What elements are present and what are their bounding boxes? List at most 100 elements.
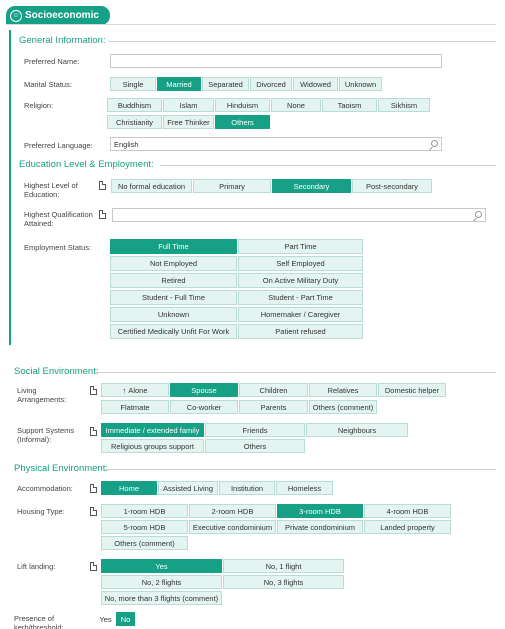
highest-education-label: Highest Level of Education: — [24, 181, 78, 199]
option-assisted-living[interactable]: Assisted Living — [158, 481, 218, 495]
panel-accent-border — [9, 30, 11, 345]
option-1-room-hdb[interactable]: 1-room HDB — [101, 504, 188, 518]
option-others-comment[interactable]: Others (comment) — [101, 536, 188, 550]
section-divider — [108, 41, 496, 42]
comment-doc-icon[interactable] — [90, 562, 97, 571]
option-unknown[interactable]: Unknown — [110, 307, 237, 322]
option-full-time[interactable]: Full Time — [110, 239, 237, 254]
accommodation-label: Accommodation: — [17, 484, 73, 493]
option-2-room-hdb[interactable]: 2-room HDB — [189, 504, 276, 518]
section-title-general: General Information: — [19, 35, 106, 46]
option-no-2-flights[interactable]: No, 2 flights — [101, 575, 222, 589]
option-alone-label: Alone — [128, 385, 148, 395]
preferred-language-value: English — [114, 139, 139, 149]
option-yes[interactable]: Yes — [101, 559, 222, 573]
section-title-physical: Physical Environment: — [14, 463, 108, 474]
section-tab-socioeconomic[interactable]: ☺ Socioeconomic — [6, 6, 110, 25]
option-not-employed[interactable]: Not Employed — [110, 256, 237, 271]
option-taoism[interactable]: Taoism — [322, 98, 377, 112]
option-christianity[interactable]: Christianity — [107, 115, 162, 129]
option-separated[interactable]: Separated — [202, 77, 249, 91]
option-single[interactable]: Single — [110, 77, 156, 91]
kerb-threshold-label: Presence of kerb/threshold: — [14, 614, 64, 629]
option-homeless[interactable]: Homeless — [276, 481, 333, 495]
option-student-full-time[interactable]: Student - Full Time — [110, 290, 237, 305]
option-home[interactable]: Home — [101, 481, 157, 495]
option-institution[interactable]: Institution — [219, 481, 275, 495]
option-free-thinker[interactable]: Free Thinker — [163, 115, 214, 129]
option-yes[interactable]: Yes — [96, 612, 115, 626]
option-medically-unfit[interactable]: Certified Medically Unfit For Work — [110, 324, 237, 339]
section-tab-label: Socioeconomic — [25, 10, 99, 21]
search-icon[interactable] — [475, 211, 482, 218]
option-unknown[interactable]: Unknown — [339, 77, 382, 91]
employment-status-label: Employment Status: — [24, 243, 92, 252]
comment-doc-icon[interactable] — [90, 427, 97, 436]
section-title-education: Education Level & Employment: — [19, 159, 154, 170]
option-student-part-time[interactable]: Student - Part Time — [238, 290, 363, 305]
option-others-comment[interactable]: Others (comment) — [309, 400, 377, 414]
section-divider — [96, 372, 496, 373]
comment-doc-icon[interactable] — [90, 484, 97, 493]
option-hinduism[interactable]: Hinduism — [215, 98, 270, 112]
option-parents[interactable]: Parents — [239, 400, 308, 414]
qualification-input[interactable] — [112, 208, 486, 222]
comment-doc-icon[interactable] — [99, 181, 106, 190]
option-none[interactable]: None — [271, 98, 321, 112]
preferred-name-input[interactable] — [110, 54, 442, 68]
comment-doc-icon[interactable] — [90, 507, 97, 516]
option-3-room-hdb[interactable]: 3-room HDB — [277, 504, 363, 518]
option-post-secondary[interactable]: Post-secondary — [352, 179, 432, 193]
section-divider — [104, 469, 496, 470]
option-self-employed[interactable]: Self Employed — [238, 256, 363, 271]
option-children[interactable]: Children — [239, 383, 308, 397]
option-others[interactable]: Others — [205, 439, 305, 453]
option-military-duty[interactable]: On Active Military Duty — [238, 273, 363, 288]
qualification-label: Highest Qualification Attained: — [24, 210, 93, 228]
support-systems-label: Support Systems (Informal): — [17, 426, 75, 444]
option-married[interactable]: Married — [157, 77, 201, 91]
option-patient-refused[interactable]: Patient refused — [238, 324, 363, 339]
option-landed-property[interactable]: Landed property — [364, 520, 451, 534]
option-4-room-hdb[interactable]: 4-room HDB — [364, 504, 451, 518]
option-no-more-than-3[interactable]: No, more than 3 flights (comment) — [101, 591, 222, 605]
person-badge-icon: ☺ — [10, 9, 22, 22]
option-buddhism[interactable]: Buddhism — [107, 98, 162, 112]
option-flatmate[interactable]: Flatmate — [101, 400, 169, 414]
comment-doc-icon[interactable] — [90, 386, 97, 395]
option-retired[interactable]: Retired — [110, 273, 237, 288]
section-title-social: Social Environment: — [14, 366, 99, 377]
preferred-name-label: Preferred Name: — [24, 57, 80, 66]
option-homemaker[interactable]: Homemaker / Caregiver — [238, 307, 363, 322]
option-sikhism[interactable]: Sikhism — [378, 98, 430, 112]
preferred-language-label: Preferred Language: — [24, 141, 93, 150]
option-primary[interactable]: Primary — [193, 179, 271, 193]
option-spouse[interactable]: Spouse — [170, 383, 238, 397]
option-domestic-helper[interactable]: Domestic helper — [378, 383, 446, 397]
search-icon[interactable] — [431, 140, 438, 147]
option-alone[interactable]: ↑ Alone — [101, 383, 169, 397]
option-relatives[interactable]: Relatives — [309, 383, 377, 397]
preferred-language-input[interactable]: English — [110, 137, 442, 151]
option-executive-condo[interactable]: Executive condominium — [189, 520, 276, 534]
marital-status-label: Marital Status: — [24, 80, 72, 89]
option-friends[interactable]: Friends — [205, 423, 305, 437]
option-others[interactable]: Others — [215, 115, 270, 129]
option-private-condo[interactable]: Private condominium — [277, 520, 363, 534]
option-part-time[interactable]: Part Time — [238, 239, 363, 254]
option-co-worker[interactable]: Co-worker — [170, 400, 238, 414]
option-no[interactable]: No — [116, 612, 135, 626]
option-secondary[interactable]: Secondary — [272, 179, 351, 193]
option-no-3-flights[interactable]: No, 3 flights — [223, 575, 344, 589]
option-no-1-flight[interactable]: No, 1 flight — [223, 559, 344, 573]
option-immediate-family[interactable]: Immediate / extended family — [101, 423, 204, 437]
option-5-room-hdb[interactable]: 5-room HDB — [101, 520, 188, 534]
option-religious-groups[interactable]: Religious groups support — [101, 439, 204, 453]
option-neighbours[interactable]: Neighbours — [306, 423, 408, 437]
comment-doc-icon[interactable] — [99, 210, 106, 219]
option-islam[interactable]: Islam — [163, 98, 214, 112]
option-widowed[interactable]: Widowed — [293, 77, 338, 91]
option-divorced[interactable]: Divorced — [250, 77, 292, 91]
religion-label: Religion: — [24, 101, 54, 110]
option-no-formal-education[interactable]: No formal education — [111, 179, 192, 193]
